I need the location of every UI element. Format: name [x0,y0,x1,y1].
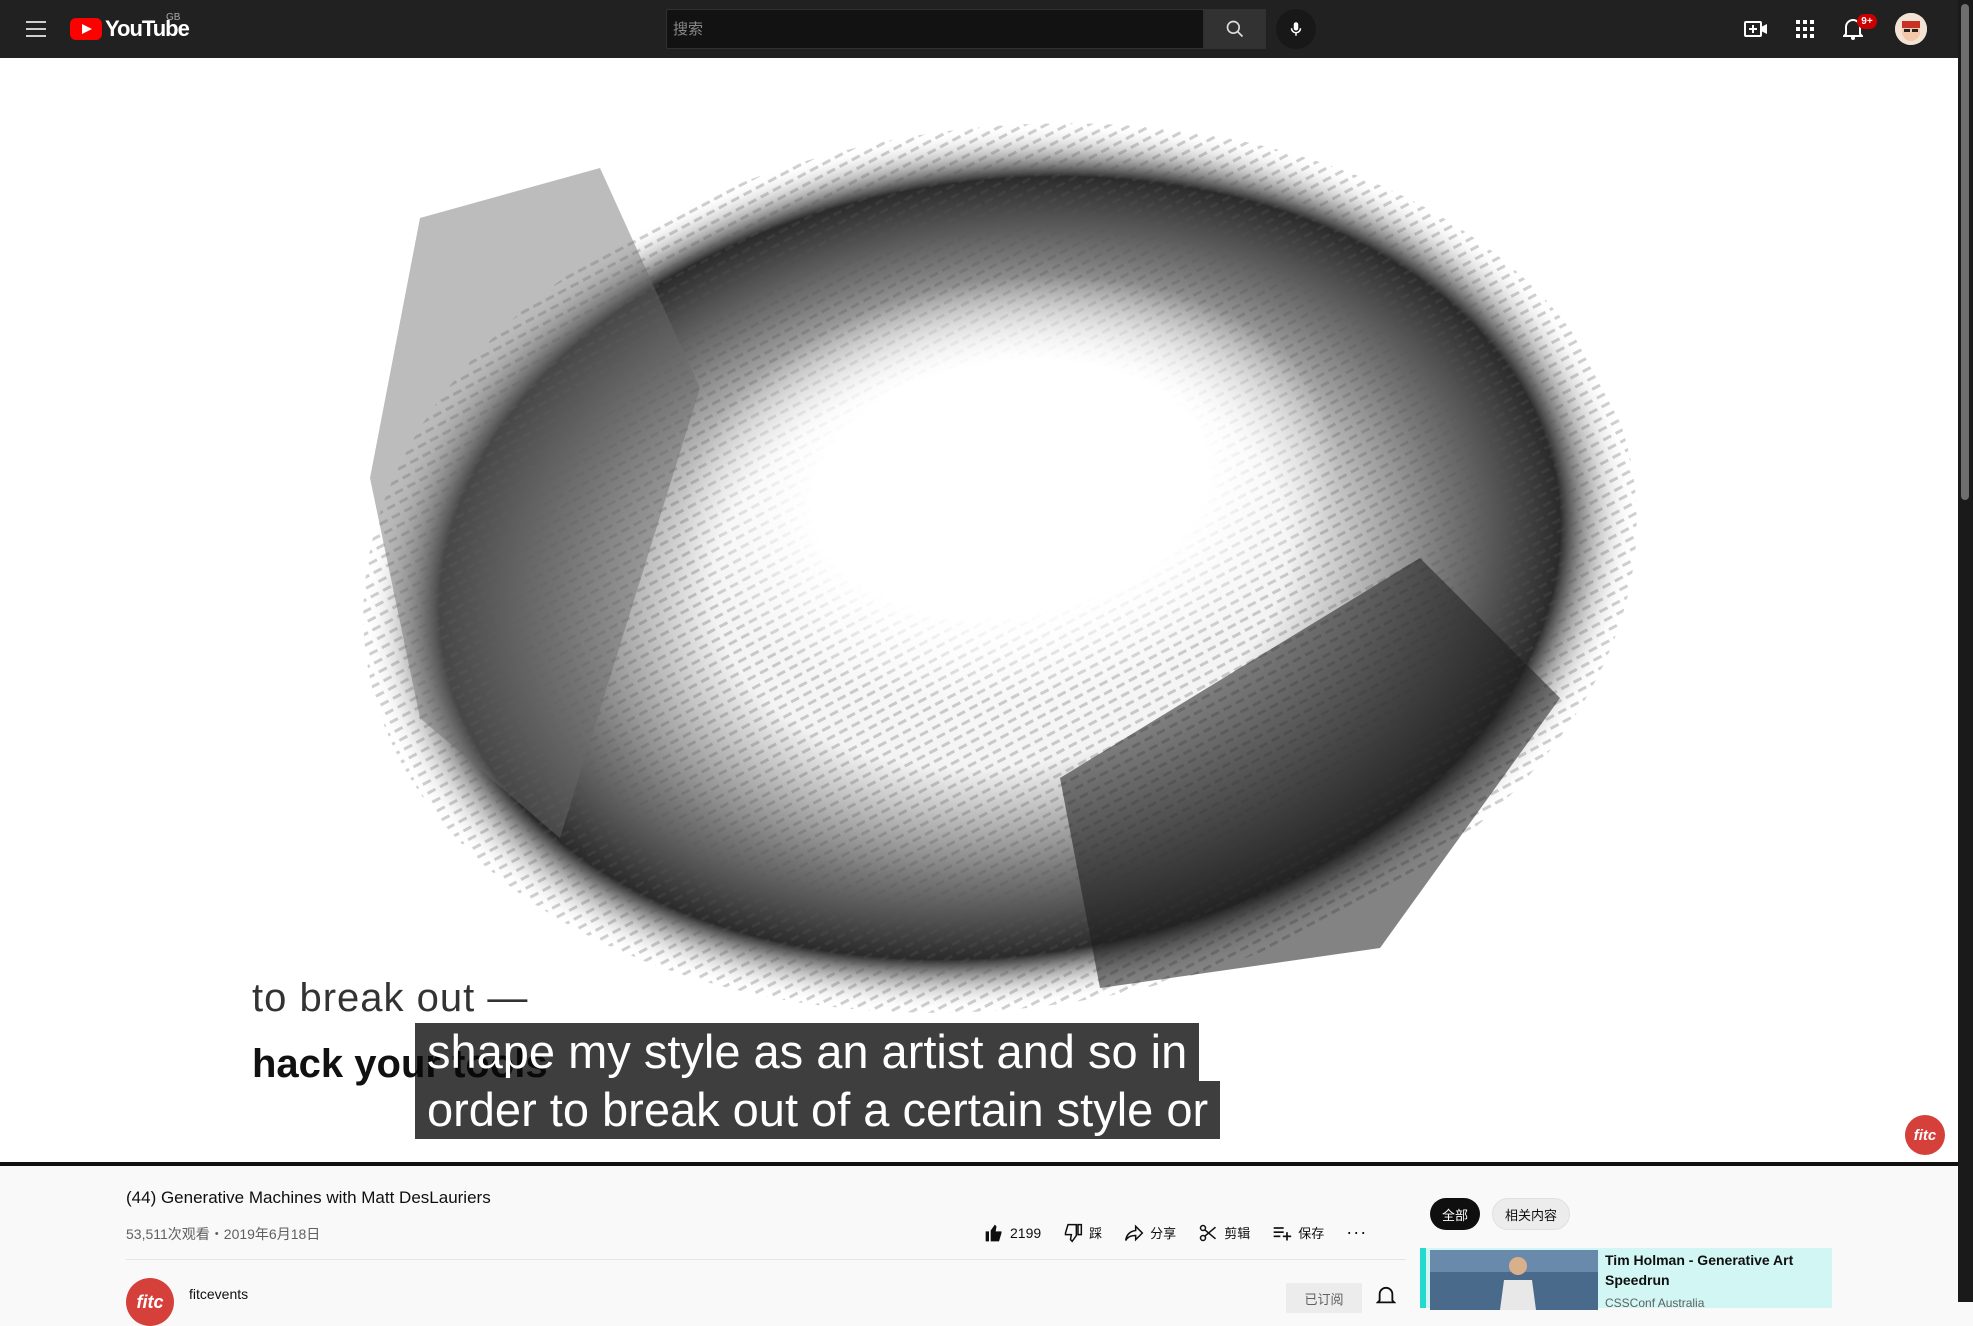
thumbs-up-icon [985,1224,1002,1241]
video-player[interactable]: to break out — hack your tools [0,58,1958,1165]
youtube-play-icon [70,18,102,40]
caption-line1: shape my style as an artist and so in [415,1023,1200,1081]
channel-name[interactable]: fitcevents [189,1286,248,1302]
avatar-image-icon [1895,13,1927,45]
video-actions: 2199 踩 分享 剪辑 保存 ··· [984,1222,1367,1243]
apps-grid-icon [1796,20,1814,38]
video-view-date: 53,511次观看・2019年6月18日 [126,1226,321,1242]
channel-bell-icon[interactable] [1376,1286,1396,1306]
share-label: 分享 [1150,1226,1177,1241]
save-label: 保存 [1298,1226,1325,1241]
notification-badge: 9+ [1857,14,1877,29]
scissors-icon [1199,1224,1217,1241]
menu-icon[interactable] [20,13,52,45]
playlist-add-icon [1273,1226,1292,1240]
account-avatar[interactable] [1895,13,1927,45]
region-code: GB [166,12,181,23]
channel-avatar[interactable]: fitc [126,1278,174,1326]
search-button[interactable] [1204,9,1266,49]
recommendation-channel[interactable]: CSSConf Australia [1605,1296,1704,1310]
recommendation-thumbnail[interactable] [1430,1250,1598,1310]
recommendation-title[interactable]: Tim Holman - Generative Art Speedrun [1605,1250,1825,1290]
like-count: 2199 [1010,1224,1042,1241]
create-video-icon [1744,21,1767,37]
chip-related[interactable]: 相关内容 [1492,1198,1571,1230]
thumbs-down-icon [1064,1223,1083,1242]
apps-button[interactable] [1789,13,1821,45]
channel-watermark[interactable]: fitc [1905,1115,1945,1155]
chip-all[interactable]: 全部 [1430,1198,1481,1230]
thumbnail-image-icon [1430,1250,1598,1310]
page-scrollbar-thumb[interactable] [1961,4,1969,500]
subscribed-button[interactable]: 已订阅 [1286,1283,1362,1313]
share-icon [1125,1224,1144,1241]
video-progress-area[interactable] [0,1162,1958,1166]
share-button[interactable]: 分享 [1124,1223,1176,1243]
clip-label: 剪辑 [1224,1226,1251,1241]
slide-text-line1: to break out — [252,976,529,1020]
caption-line2: order to break out of a certain style or [415,1081,1221,1139]
microphone-icon [1290,22,1302,36]
dislike-button[interactable]: 踩 [1063,1223,1102,1243]
top-bar: YouTube GB 9+ [0,0,1958,58]
voice-search-button[interactable] [1276,9,1316,49]
dislike-label: 踩 [1089,1226,1103,1241]
create-video-button[interactable] [1740,13,1772,45]
search-icon [1226,20,1244,38]
details-divider [126,1259,1406,1260]
like-button[interactable]: 2199 [984,1223,1041,1243]
search-input[interactable] [666,9,1204,49]
more-actions-button[interactable]: ··· [1346,1222,1367,1243]
clip-button[interactable]: 剪辑 [1198,1223,1250,1243]
video-title: (44) Generative Machines with Matt DesLa… [126,1188,491,1207]
save-button[interactable]: 保存 [1272,1223,1324,1243]
